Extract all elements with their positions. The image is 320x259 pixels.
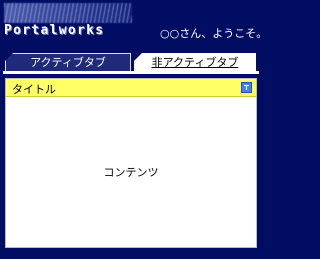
portlet-title: タイトル — [12, 83, 56, 96]
portlet: タイトル コンテンツ — [5, 78, 257, 248]
minimize-icon[interactable] — [241, 82, 252, 93]
welcome-message: ○○さん、ようこそ。 — [160, 27, 268, 40]
portlet-content-text: コンテンツ — [103, 166, 159, 179]
logo-graphic — [4, 3, 132, 23]
portlet-title-bar: タイトル — [6, 79, 256, 97]
header: Portalworks ○○さん、ようこそ。 — [0, 0, 268, 44]
tab-active[interactable]: アクティブタブ — [5, 53, 131, 71]
tab-inactive[interactable]: 非アクティブタブ — [134, 53, 256, 71]
logo: Portalworks — [4, 23, 105, 38]
portlet-content: コンテンツ — [6, 97, 256, 247]
tab-underline — [3, 71, 259, 74]
